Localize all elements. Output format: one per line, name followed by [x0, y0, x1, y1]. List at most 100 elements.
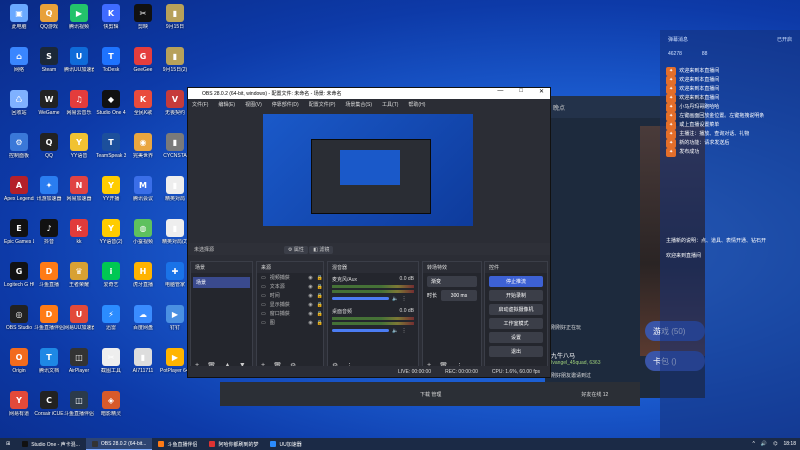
lock-icon[interactable]: 🔒 [317, 284, 323, 290]
menu-item[interactable]: 视图(V) [245, 101, 262, 108]
desktop-icon[interactable]: Y YY开播 [96, 176, 126, 202]
desktop-icon[interactable]: ▮ 精英对局 [160, 176, 190, 202]
taskbar-item[interactable]: OBS 28.0.2 (64-bit... [85, 438, 153, 450]
chat-header-right[interactable]: 已开启 [777, 36, 792, 43]
close-icon[interactable]: ✕ [539, 88, 544, 95]
source-item[interactable]: ▭ 视频捕获 ◉ 🔒 [257, 273, 323, 282]
desktop-icon[interactable]: ▶ 钉钉 [160, 305, 190, 331]
taskbar-item[interactable]: 阿哈你都刷到的梦 [203, 438, 264, 450]
desktop-icon[interactable]: G GeeGee [128, 47, 158, 73]
eye-icon[interactable]: ◉ [308, 293, 312, 299]
desktop-icon[interactable]: W WeGame [34, 90, 64, 116]
desktop-icon[interactable]: T 腾讯文档 [34, 348, 64, 374]
desktop-icon[interactable]: ✂ 截图工具 [96, 348, 126, 374]
duration-input[interactable]: 300 ms [441, 290, 477, 301]
eye-icon[interactable]: ◉ [308, 320, 312, 326]
menu-item[interactable]: 工具(T) [382, 101, 398, 108]
volume-slider[interactable] [332, 297, 390, 300]
source-item[interactable]: ▭ 显示捕获 ◉ 🔒 [257, 300, 323, 309]
desktop-icon[interactable]: K 全民K歌 [128, 90, 158, 116]
lock-icon[interactable]: 🔒 [317, 302, 323, 308]
control-button[interactable]: 开始录制 [489, 290, 543, 301]
maximize-icon[interactable]: □ [519, 88, 523, 95]
desktop-icon[interactable]: ▶ 腾讯视频 [64, 4, 94, 30]
desktop-icon[interactable]: ♛ 王者荣耀 [64, 262, 94, 288]
desktop-icon[interactable]: S Steam [34, 47, 64, 73]
volume-icon[interactable]: 🔊 [761, 441, 767, 447]
desktop-icon[interactable]: E Epic Games Launcher [4, 219, 34, 245]
desktop-icon[interactable]: T ToDesk [96, 47, 126, 73]
desktop-icon[interactable]: ⌂ 网络 [4, 47, 34, 73]
desktop-icon[interactable]: ⚙ 控制面板 [4, 133, 34, 159]
more-icon[interactable]: ⋮ [402, 296, 407, 302]
desktop-icon[interactable]: D 斗鱼直播伴侣 [34, 305, 64, 331]
menu-item[interactable]: 场景集合(S) [345, 101, 372, 108]
source-item[interactable]: ▭ 窗口捕获 ◉ 🔒 [257, 309, 323, 318]
desktop-icon[interactable]: D 斗鱼直播 [34, 262, 64, 288]
desktop-icon[interactable]: ▮ 精英对局(2) [160, 219, 190, 245]
taskbar-item[interactable]: 斗鱼直播伴侣 [152, 438, 203, 450]
tray-icon[interactable]: ^ [753, 441, 755, 447]
eye-icon[interactable]: ◉ [308, 302, 312, 308]
desktop-icon[interactable]: k kk [64, 219, 94, 245]
control-button[interactable]: 设置 [489, 332, 543, 343]
launcher-right[interactable]: 好友在线 12 [581, 391, 608, 398]
desktop-icon[interactable]: N 网易加速器 [64, 176, 94, 202]
volume-slider[interactable] [332, 329, 390, 332]
desktop-icon[interactable]: ◍ 小蚕视频 [128, 219, 158, 245]
control-button[interactable]: 停止推流 [489, 276, 543, 287]
lock-icon[interactable]: 🔒 [317, 311, 323, 317]
desktop-icon[interactable]: Q QQ游戏 [34, 4, 64, 30]
menu-item[interactable]: 编辑(E) [218, 101, 235, 108]
desktop-icon[interactable]: A Apex Legends [4, 176, 34, 202]
obs-preview[interactable] [263, 114, 473, 226]
lock-icon[interactable]: 🔒 [317, 275, 323, 281]
control-button[interactable]: 启动虚拟摄像机 [489, 304, 543, 315]
desktop-icon[interactable]: ◆ Studio One 4 [96, 90, 126, 116]
desktop-icon[interactable]: Y 网易有道 [4, 391, 34, 417]
menu-item[interactable]: 文件(F) [192, 101, 208, 108]
desktop-icon[interactable]: i 爱奇艺 [96, 262, 126, 288]
desktop-icon[interactable]: V 无畏契约 [160, 90, 190, 116]
desktop-icon[interactable]: ▮ 9月15日(2) [160, 47, 190, 73]
start-button[interactable]: ⊞ [0, 438, 16, 450]
source-item[interactable]: ▭ 时间 ◉ 🔒 [257, 291, 323, 300]
desktop-icon[interactable]: M 腾讯会议 [128, 176, 158, 202]
menu-item[interactable]: 停靠部件(D) [272, 101, 299, 108]
desktop-icon[interactable]: ✚ 电脑管家 [160, 262, 190, 288]
eye-icon[interactable]: ◉ [308, 275, 312, 281]
desktop-icon[interactable]: ◉ 完美世界 [128, 133, 158, 159]
game-friend[interactable]: 九牛八马 [551, 351, 575, 360]
desktop-icon[interactable]: ♫ 网易云音乐 [64, 90, 94, 116]
desktop-icon[interactable]: K 快剪辑 [96, 4, 126, 30]
desktop-icon[interactable]: H 虎牙直播 [128, 262, 158, 288]
minimize-icon[interactable]: — [497, 88, 503, 95]
desktop-icon[interactable]: ♪ 抖音 [34, 219, 64, 245]
taskbar-item[interactable]: Studio One - 声卡混... [16, 438, 86, 450]
speaker-icon[interactable]: 🔈 [392, 328, 398, 334]
source-item[interactable]: ▭ 图 ◉ 🔒 [257, 318, 323, 327]
network-icon[interactable]: ⌬ [773, 441, 777, 447]
desktop-icon[interactable]: U 腾讯UU加速器 [64, 47, 94, 73]
desktop-icon[interactable]: ♺ 回收站 [4, 90, 34, 116]
properties-button[interactable]: ⚙ 属性 [284, 245, 308, 254]
taskbar-item[interactable]: UU加速器 [264, 438, 307, 450]
launcher-center[interactable]: 下载 管理 [420, 391, 441, 398]
desktop-icon[interactable]: ▮ 9月15日 [160, 4, 190, 30]
desktop-icon[interactable]: U 网易UU加速器 [64, 305, 94, 331]
desktop-icon[interactable]: G Logitech G HUB [4, 262, 34, 288]
desktop-icon[interactable]: ▣ 此电脑 [4, 4, 34, 30]
desktop-icon[interactable]: ✦ 讯游加速器 [34, 176, 64, 202]
lock-icon[interactable]: 🔒 [317, 293, 323, 299]
eye-icon[interactable]: ◉ [308, 311, 312, 317]
eye-icon[interactable]: ◉ [308, 284, 312, 290]
desktop-icon[interactable]: ◫ AirPlayer [64, 348, 94, 374]
lock-icon[interactable]: 🔒 [317, 320, 323, 326]
desktop-icon[interactable]: ▮ CYCNSTA [160, 133, 190, 159]
obs-titlebar[interactable]: OBS 28.0.2 (64-bit, windows) - 配置文件: 未命名… [188, 88, 550, 99]
desktop-icon[interactable]: O Origin [4, 348, 34, 374]
control-button[interactable]: 退出 [489, 346, 543, 357]
desktop-icon[interactable]: ▶ PotPlayer 64 bit [160, 348, 190, 374]
obs-window[interactable]: OBS 28.0.2 (64-bit, windows) - 配置文件: 未命名… [187, 87, 551, 378]
desktop-icon[interactable]: ⚡ 迅雷 [96, 305, 126, 331]
